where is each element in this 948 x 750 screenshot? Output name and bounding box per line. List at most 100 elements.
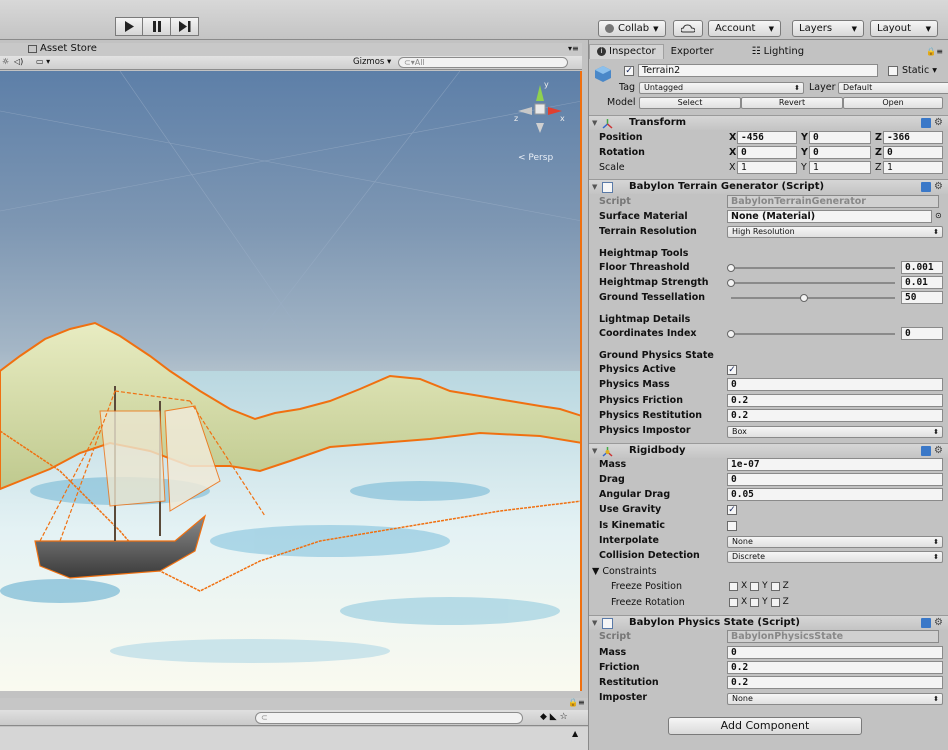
play-button[interactable] [115,17,143,36]
tab-inspector[interactable]: i Inspector [589,43,664,59]
freeze-rotation-z-checkbox[interactable] [770,597,780,607]
help-book-icon[interactable] [921,618,932,628]
active-checkbox[interactable]: ✓ [624,66,634,76]
freeze-rotation-label: Freeze Rotation [611,597,685,608]
pause-button[interactable] [143,17,171,36]
help-book-icon[interactable] [921,446,932,456]
freeze-position-x-checkbox[interactable] [729,581,738,591]
tag-dropdown[interactable]: Untagged ⬍ [639,82,804,94]
fold-arrow-icon[interactable]: ▼ [592,619,597,627]
interpolate-dropdown[interactable]: None ⬍ [727,536,943,548]
gizmos-dropdown[interactable]: Gizmos ▾ [353,57,391,67]
gear-icon[interactable]: ⚙ [934,182,943,192]
lock-menu-icon[interactable]: 🔒≡ [926,47,943,56]
cloud-button[interactable] [673,20,703,37]
coordinates-index-slider[interactable] [727,327,899,341]
model-revert-button[interactable]: Revert [741,97,843,109]
project-search-input[interactable]: ⊂ [255,712,523,724]
rotation-z-input[interactable]: 0 [883,146,943,159]
tab-exporter[interactable]: Exporter [664,44,721,59]
gear-icon[interactable]: ⚙ [934,618,943,628]
physics-friction-input[interactable]: 0.2 [727,394,943,407]
position-y-input[interactable]: 0 [809,131,871,144]
freeze-position-z-checkbox[interactable] [770,581,780,591]
physics-impostor-dropdown[interactable]: Box ⬍ [727,426,943,438]
scroll-up-icon[interactable]: ▲ [572,729,578,738]
scene-search-input[interactable]: ⊂▾All [398,57,568,68]
scale-y-input[interactable]: 1 [809,161,871,174]
collision-detection-dropdown[interactable]: Discrete ⬍ [727,551,943,563]
help-book-icon[interactable] [921,118,932,128]
static-checkbox[interactable] [888,66,898,76]
layout-dropdown[interactable]: Layout ▼ [870,20,938,37]
physics-state-header[interactable]: ▼ Babylon Physics State (Script) ⚙ [589,615,948,630]
rigidbody-header[interactable]: ▼ Rigidbody ⚙ [589,443,948,458]
tab-asset-store[interactable]: Asset Store [28,43,97,54]
freeze-rotation-x-checkbox[interactable] [729,597,738,607]
fold-arrow-icon[interactable]: ▼ [592,447,597,455]
panel-menu-icon[interactable]: ▾≡ [568,44,579,53]
floor-threshold-input[interactable]: 0.001 [901,261,943,274]
terrain-resolution-dropdown[interactable]: High Resolution ⬍ [727,226,943,238]
freeze-position-y-checkbox[interactable] [750,581,760,591]
ground-tessellation-input[interactable]: 50 [901,291,943,304]
terrain-generator-header[interactable]: ▼ Babylon Terrain Generator (Script) ⚙ [589,179,948,194]
angular-drag-input[interactable]: 0.05 [727,488,943,501]
state-restitution-input[interactable]: 0.2 [727,676,943,689]
step-button[interactable] [171,17,199,36]
layers-dropdown[interactable]: Layers ▼ [792,20,864,37]
drag-input[interactable]: 0 [727,473,943,486]
gear-icon[interactable]: ⚙ [934,118,943,128]
fold-arrow-icon[interactable]: ▼ [592,119,597,127]
model-select-button[interactable]: Select [639,97,741,109]
surface-material-field[interactable]: None (Material) [727,210,932,223]
projection-label[interactable]: < Persp [518,153,553,163]
effects-dropdown-icon[interactable]: ▭ ▾ [36,57,50,66]
static-label[interactable]: Static ▾ [902,65,937,76]
filter-icons[interactable]: ◆ ◣ ☆ [540,712,568,722]
heightmap-strength-slider[interactable] [727,276,899,290]
physics-restitution-input[interactable]: 0.2 [727,409,943,422]
position-x-input[interactable]: -456 [737,131,797,144]
scale-x-input[interactable]: 1 [737,161,797,174]
physics-mass-input[interactable]: 0 [727,378,943,391]
slider-knob[interactable] [727,279,735,287]
state-imposter-dropdown[interactable]: None ⬍ [727,693,943,705]
state-mass-input[interactable]: 0 [727,646,943,659]
rotation-x-input[interactable]: 0 [737,146,797,159]
position-z-input[interactable]: -366 [883,131,943,144]
account-dropdown[interactable]: Account ▼ [708,20,781,37]
physics-active-checkbox[interactable]: ✓ [727,365,737,375]
is-kinematic-checkbox[interactable] [727,521,737,531]
mass-input[interactable]: 1e-07 [727,458,943,471]
slider-knob[interactable] [727,330,735,338]
collab-button[interactable]: Collab ▼ [598,20,666,37]
slider-knob[interactable] [727,264,735,272]
coordinates-index-input[interactable]: 0 [901,327,943,340]
model-open-button[interactable]: Open [843,97,943,109]
add-component-button[interactable]: Add Component [668,717,862,735]
slider-knob[interactable] [800,294,808,302]
ground-tessellation-slider[interactable] [727,291,899,305]
fold-arrow-icon[interactable]: ▼ [592,183,597,191]
use-gravity-checkbox[interactable]: ✓ [727,505,737,515]
layer-dropdown[interactable]: Default⬍ [838,82,948,94]
object-picker-icon[interactable]: ⊙ [935,211,942,220]
lighting-toggle-icon[interactable]: ☼ [2,57,9,66]
transform-header[interactable]: ▼ Transform ⚙ [589,115,948,130]
gear-icon[interactable]: ⚙ [934,446,943,456]
orientation-gizmo[interactable]: y x z [510,77,570,137]
constraints-foldout[interactable]: ▼ Constraints [592,566,657,577]
rotation-y-input[interactable]: 0 [809,146,871,159]
scale-z-input[interactable]: 1 [883,161,943,174]
tab-lighting[interactable]: ☷ Lighting [745,44,811,59]
lock-icon[interactable]: 🔒≡ [568,698,585,707]
freeze-rotation-y-checkbox[interactable] [750,597,760,607]
audio-toggle-icon[interactable]: ◁) [14,57,23,66]
scene-viewport[interactable]: y x z < Persp [0,71,582,691]
object-name-input[interactable]: Terrain2 [638,64,878,77]
help-book-icon[interactable] [921,182,932,192]
floor-threshold-slider[interactable] [727,261,899,275]
state-friction-input[interactable]: 0.2 [727,661,943,674]
heightmap-strength-input[interactable]: 0.01 [901,276,943,289]
